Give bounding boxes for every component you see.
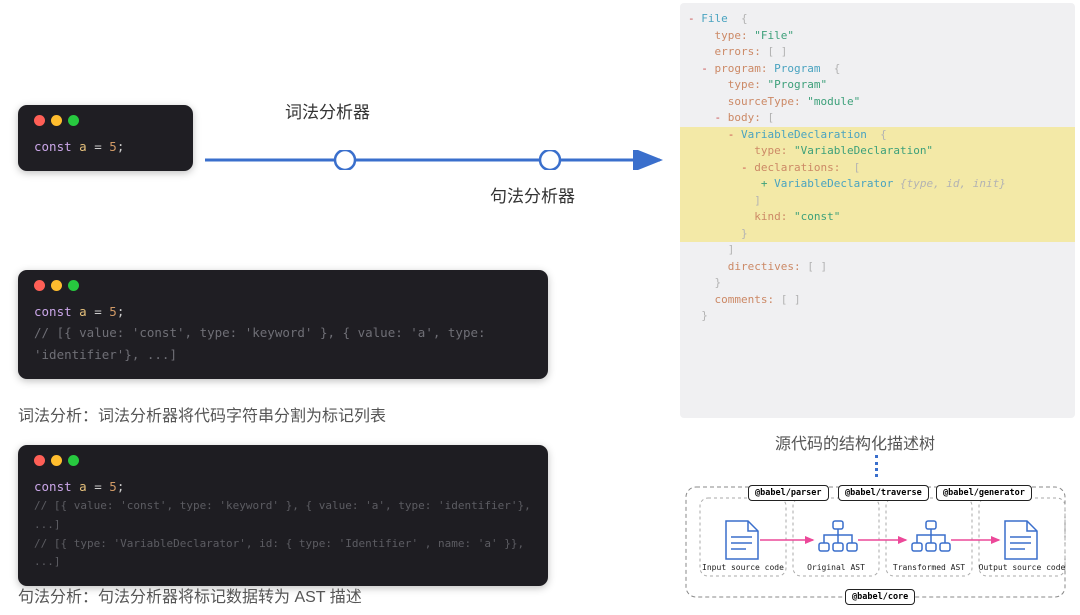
window-controls bbox=[34, 115, 177, 126]
parser-label: 句法分析器 bbox=[490, 182, 575, 207]
code-window-ast: const a = 5; // [{ value: 'const', type:… bbox=[18, 445, 548, 586]
box-parser: @babel/parser bbox=[748, 485, 829, 501]
code-window-tokens: const a = 5; // [{ value: 'const', type:… bbox=[18, 270, 548, 379]
step-orig: Original AST bbox=[791, 563, 881, 572]
code-line: const a = 5; bbox=[34, 136, 177, 157]
close-icon bbox=[34, 115, 45, 126]
close-icon bbox=[34, 455, 45, 466]
close-icon bbox=[34, 280, 45, 291]
step-output: Output source code bbox=[977, 563, 1067, 572]
parser-caption: 句法分析：句法分析器将标记数据转为 AST 描述 bbox=[18, 583, 362, 607]
ast-comment: // [{ type: 'VariableDeclarator', id: { … bbox=[34, 535, 532, 572]
minimize-icon bbox=[51, 280, 62, 291]
token-comment: // [{ value: 'const', type: 'keyword' },… bbox=[34, 497, 532, 534]
step-input: Input source code bbox=[698, 563, 788, 572]
box-generator: @babel/generator bbox=[936, 485, 1032, 501]
code-line: const a = 5; bbox=[34, 301, 532, 322]
code-line: const a = 5; bbox=[34, 476, 532, 497]
token-comment: // [{ value: 'const', type: 'keyword' },… bbox=[34, 322, 532, 365]
ast-panel: - File { type: "File" errors: [ ] - prog… bbox=[680, 3, 1075, 418]
lexer-caption: 词法分析：词法分析器将代码字符串分割为标记列表 bbox=[18, 402, 386, 426]
code-window-source: const a = 5; bbox=[18, 105, 193, 171]
minimize-icon bbox=[51, 455, 62, 466]
step-trans: Transformed AST bbox=[884, 563, 974, 572]
maximize-icon bbox=[68, 455, 79, 466]
babel-pipeline: Input source code Original AST Transform… bbox=[678, 485, 1073, 605]
box-traverse: @babel/traverse bbox=[838, 485, 929, 501]
maximize-icon bbox=[68, 115, 79, 126]
maximize-icon bbox=[68, 280, 79, 291]
ast-caption: 源代码的结构化描述树 bbox=[775, 430, 935, 454]
box-core: @babel/core bbox=[845, 589, 915, 605]
dotted-connector bbox=[875, 455, 878, 477]
lexer-label: 词法分析器 bbox=[285, 98, 370, 123]
minimize-icon bbox=[51, 115, 62, 126]
process-arrow: 词法分析器 句法分析器 bbox=[205, 120, 670, 200]
